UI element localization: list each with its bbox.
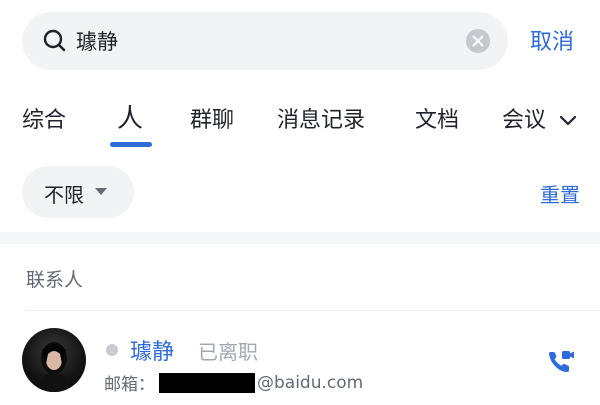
caret-down-icon (95, 188, 107, 195)
tab-meetings[interactable]: 会议 (502, 102, 550, 134)
email-label: 邮箱： (104, 375, 155, 395)
active-tab-indicator (110, 142, 152, 147)
contact-list-item[interactable]: 璩静 已离职 邮箱： @baidu.com (0, 318, 600, 405)
cancel-button[interactable]: 取消 (530, 24, 574, 56)
section-divider (0, 232, 600, 244)
filter-dropdown[interactable]: 不限 (22, 166, 134, 218)
clear-icon (472, 35, 484, 47)
filter-label: 不限 (44, 183, 84, 207)
avatar (22, 328, 86, 392)
tab-all[interactable]: 综合 (22, 102, 66, 134)
tab-people[interactable]: 人 (117, 98, 143, 135)
search-bar[interactable] (22, 12, 508, 70)
search-icon (42, 28, 68, 54)
search-input[interactable] (76, 24, 456, 58)
redacted-email-user (159, 372, 255, 393)
search-category-tabs: 综合 人 群聊 消息记录 文档 会议 (0, 96, 600, 152)
divider (26, 310, 600, 311)
video-call-icon[interactable] (546, 348, 576, 374)
email-domain: @baidu.com (257, 372, 364, 393)
contact-name: 璩静 (130, 340, 175, 365)
status-dot (106, 344, 118, 356)
tab-group-chats[interactable]: 群聊 (190, 102, 234, 134)
contact-email: 邮箱： @baidu.com (104, 370, 363, 395)
tab-documents[interactable]: 文档 (415, 102, 459, 134)
contact-status-badge: 已离职 (198, 340, 258, 364)
clear-search-button[interactable] (466, 29, 490, 53)
chevron-down-icon[interactable] (556, 108, 580, 132)
section-title: 联系人 (26, 269, 84, 291)
reset-button[interactable]: 重置 (540, 179, 580, 208)
tab-messages[interactable]: 消息记录 (277, 102, 365, 134)
